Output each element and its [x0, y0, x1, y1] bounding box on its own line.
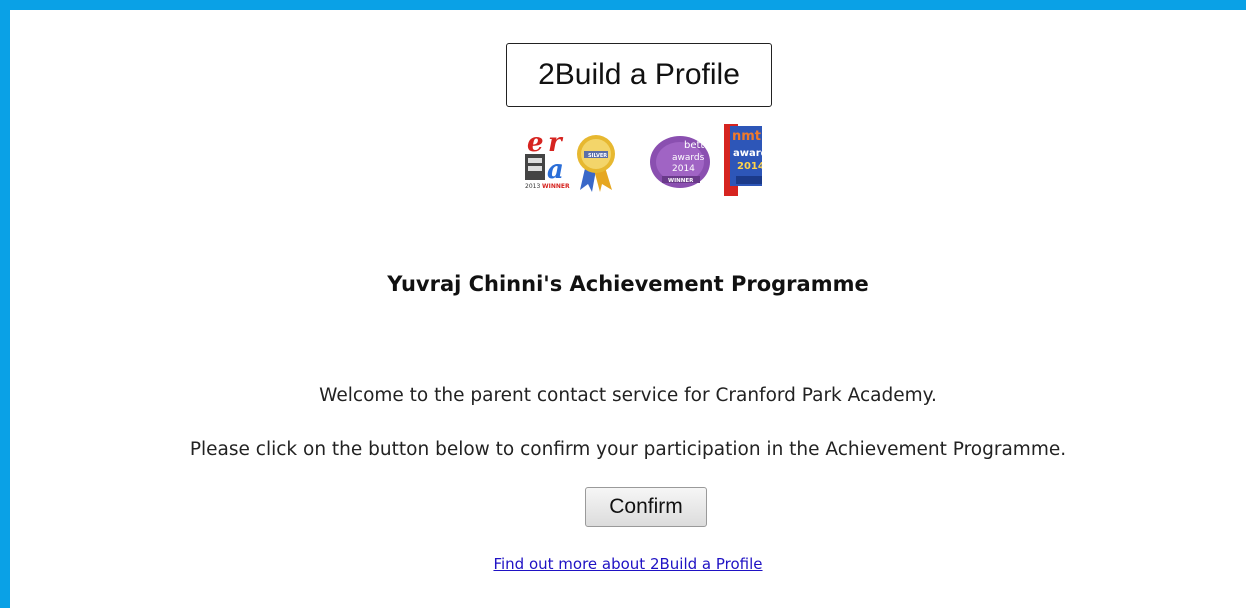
- welcome-text: Welcome to the parent contact service fo…: [319, 385, 937, 406]
- instruction-text: Please click on the button below to conf…: [189, 439, 1067, 460]
- svg-text:WINNER: WINNER: [668, 178, 694, 184]
- confirm-button[interactable]: Confirm: [585, 487, 707, 527]
- svg-text:awards: awards: [733, 148, 762, 159]
- era-award-logo: e r a 2013 WINNER: [524, 128, 572, 190]
- brand-name: 2Build a Profile: [538, 58, 740, 91]
- svg-text:2014: 2014: [672, 164, 695, 174]
- more-info-link[interactable]: Find out more about 2Build a Profile: [493, 555, 762, 573]
- svg-text:e: e: [527, 128, 544, 158]
- svg-text:a: a: [547, 155, 564, 185]
- svg-text:2014: 2014: [737, 161, 762, 172]
- svg-text:WINNER: WINNER: [542, 183, 570, 190]
- svg-text:SILVER: SILVER: [588, 153, 607, 159]
- svg-text:2013: 2013: [525, 183, 540, 190]
- svg-text:nmt: nmt: [732, 129, 761, 144]
- silver-award-badge: SILVER: [577, 135, 615, 192]
- more-info-container: Find out more about 2Build a Profile: [10, 555, 1246, 573]
- awards-strip: e r a 2013 WINNER SILVER bett awards 201…: [522, 124, 774, 196]
- svg-text:bett: bett: [684, 140, 704, 151]
- nmt-award-logo: nmt awards 2014: [724, 124, 774, 196]
- page-title: Yuvraj Chinni's Achievement Programme: [387, 272, 869, 296]
- brand-logo-box: 2Build a Profile: [506, 43, 772, 107]
- svg-text:r: r: [548, 128, 564, 158]
- svg-text:awards: awards: [672, 153, 705, 163]
- page-content: 2Build a Profile e r a 2013 WINNER SILVE…: [10, 10, 1246, 608]
- bett-award-logo: bett awards 2014 WINNER: [650, 136, 710, 188]
